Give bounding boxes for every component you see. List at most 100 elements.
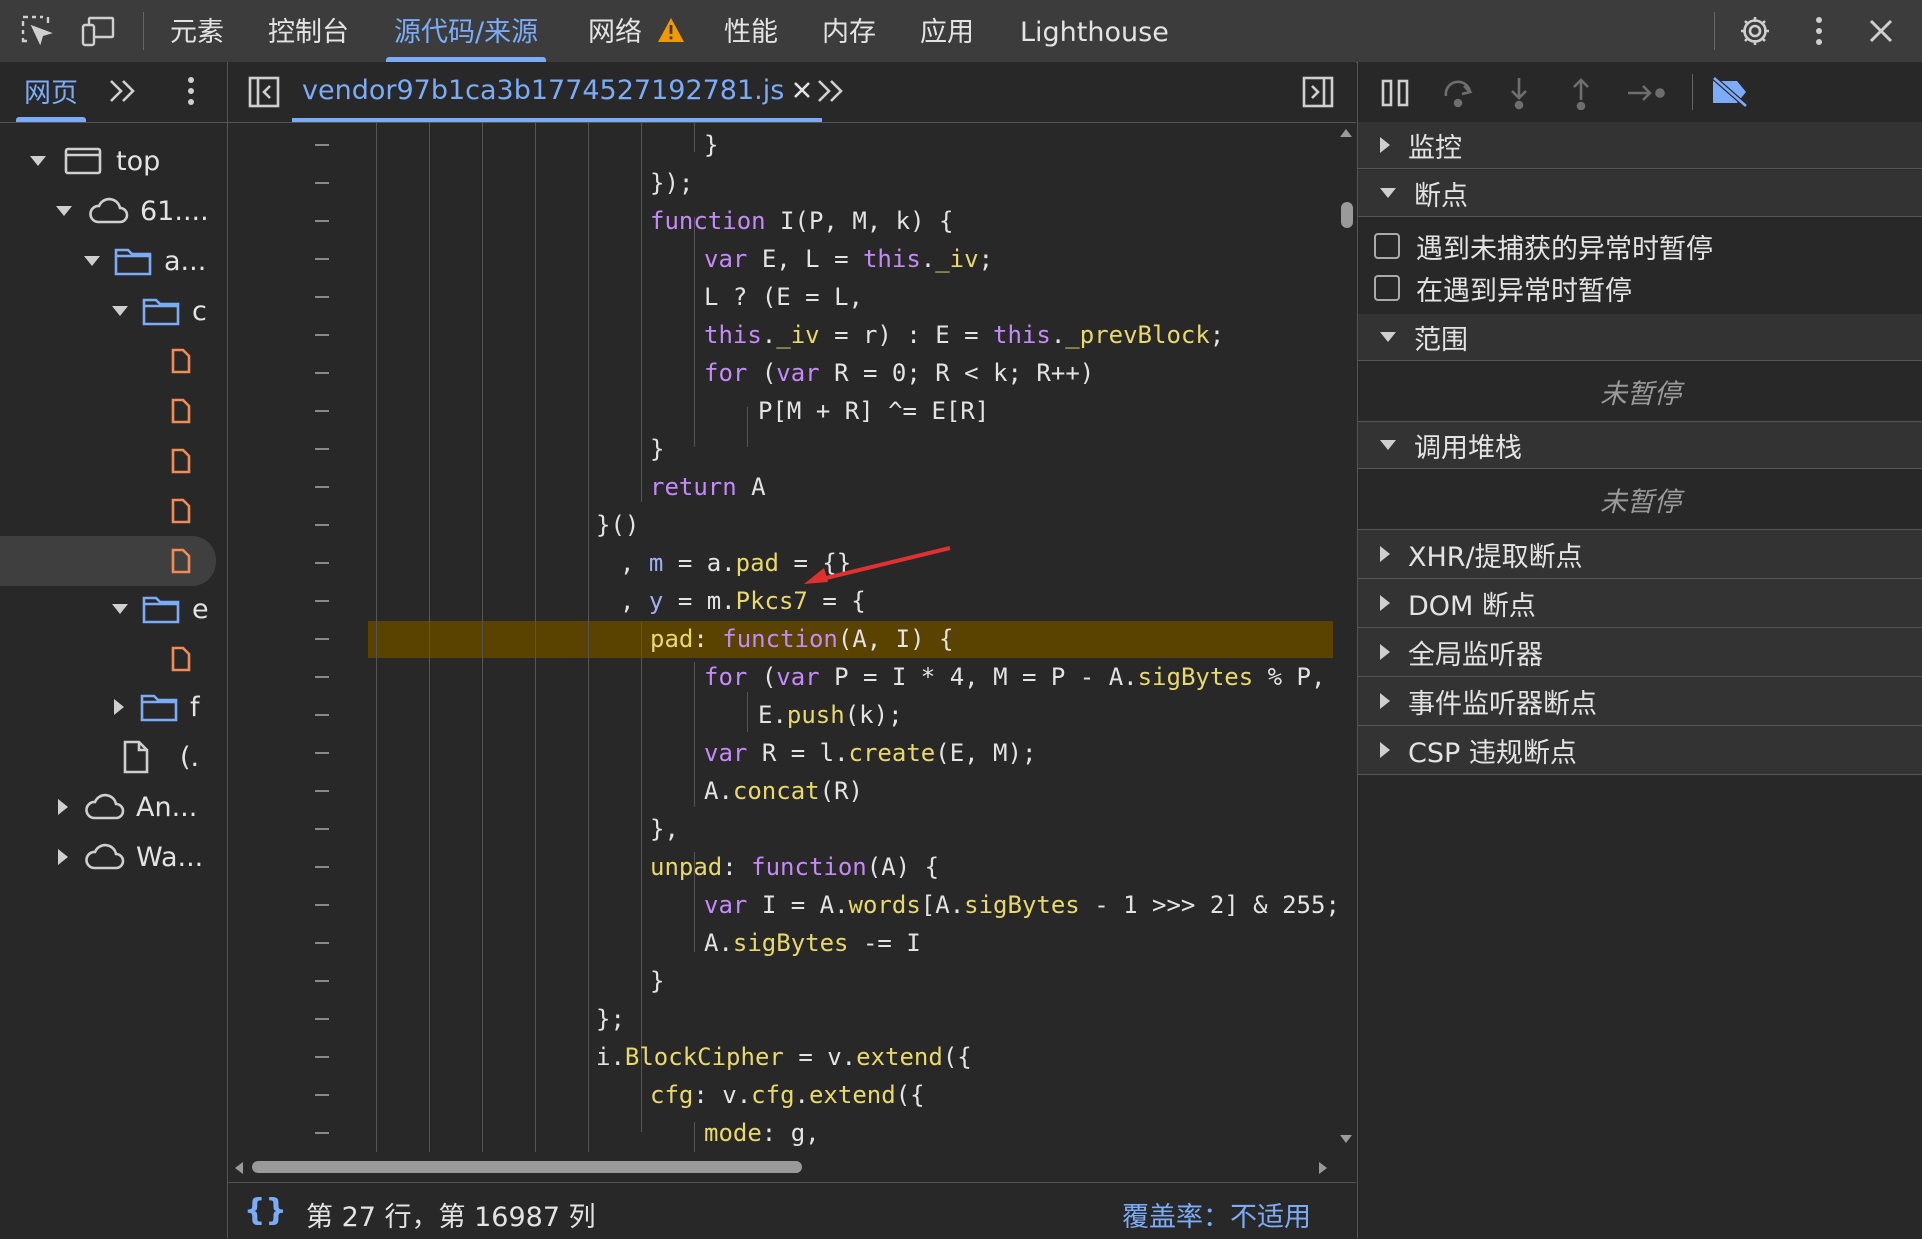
tree-item-selected-file[interactable]	[0, 536, 216, 586]
checkbox[interactable]	[1374, 233, 1400, 259]
tree-item-file[interactable]	[170, 636, 192, 682]
section-xhr-breakpoints[interactable]: XHR/提取断点	[1358, 530, 1922, 579]
pause-icon[interactable]	[1380, 78, 1410, 112]
tree-item-folder-f[interactable]: f	[114, 684, 200, 730]
horizontal-scroll-thumb[interactable]	[252, 1161, 802, 1173]
step-into-icon[interactable]	[1506, 76, 1532, 114]
scroll-down-icon[interactable]	[1339, 1134, 1353, 1144]
inspect-element-icon[interactable]	[18, 12, 56, 50]
line-marker[interactable]	[315, 372, 329, 374]
tab-page[interactable]: 网页	[16, 62, 86, 122]
tree-item-file[interactable]	[170, 488, 192, 534]
tree-item-cloud-wa[interactable]: Wa...	[58, 834, 203, 880]
section-title: 范围	[1414, 324, 1468, 356]
tree-item-folder-e[interactable]: e	[112, 586, 209, 632]
scroll-left-icon[interactable]	[234, 1161, 244, 1175]
settings-gear-icon[interactable]	[1736, 12, 1774, 50]
file-tab-active[interactable]: vendor97b1ca3b1774527192781.js	[292, 62, 823, 122]
step-out-icon[interactable]	[1568, 76, 1594, 114]
tree-item-cloud-an[interactable]: An...	[58, 784, 197, 830]
tab-application[interactable]: 应用	[920, 0, 974, 62]
pretty-print-icon[interactable]: {}	[244, 1193, 287, 1228]
line-marker[interactable]	[315, 524, 329, 526]
line-marker[interactable]	[315, 448, 329, 450]
section-csp-breakpoints[interactable]: CSP 违规断点	[1358, 726, 1922, 775]
section-scope[interactable]: 范围	[1358, 314, 1922, 361]
line-marker[interactable]	[315, 752, 329, 754]
tree-item-top[interactable]: top	[30, 138, 160, 184]
line-marker[interactable]	[315, 714, 329, 716]
vertical-scroll-thumb[interactable]	[1341, 202, 1353, 228]
tab-lighthouse[interactable]: Lighthouse	[1020, 0, 1169, 62]
code-editor[interactable]: } }); function I(P, M, k) { var E, L = t…	[366, 122, 1336, 1152]
navigator-menu-icon[interactable]	[186, 76, 196, 110]
tab-network[interactable]: 网络	[588, 0, 685, 62]
toggle-debugger-icon[interactable]	[1302, 76, 1334, 112]
close-tab-icon[interactable]	[792, 80, 812, 100]
section-call-stack[interactable]: 调用堆栈	[1358, 422, 1922, 469]
tree-item-folder-a[interactable]: a...	[84, 238, 206, 284]
close-devtools-icon[interactable]	[1862, 12, 1900, 50]
line-marker[interactable]	[315, 220, 329, 222]
pause-uncaught-checkbox[interactable]: 遇到未捕获的异常时暂停	[1374, 226, 1713, 266]
line-gutter[interactable]	[228, 122, 366, 1152]
line-marker[interactable]	[315, 1094, 329, 1096]
tree-item-file[interactable]	[170, 338, 192, 384]
tree-item-file[interactable]	[170, 438, 192, 484]
line-marker[interactable]	[315, 144, 329, 146]
line-marker[interactable]	[315, 1018, 329, 1020]
line-marker[interactable]	[315, 410, 329, 412]
tab-performance[interactable]: 性能	[724, 0, 778, 62]
tab-elements[interactable]: 元素	[170, 0, 224, 62]
line-marker[interactable]	[315, 296, 329, 298]
line-marker[interactable]	[315, 600, 329, 602]
toggle-navigator-icon[interactable]	[248, 76, 280, 112]
section-breakpoints[interactable]: 断点	[1358, 170, 1922, 217]
coverage-link[interactable]: 覆盖率：不适用	[1122, 1195, 1311, 1234]
line-marker[interactable]	[315, 486, 329, 488]
vertical-scrollbar[interactable]	[1336, 122, 1356, 1152]
tree-label: top	[116, 145, 161, 177]
more-tabs-chevron-icon[interactable]	[108, 78, 138, 108]
section-watch[interactable]: 监控	[1358, 122, 1922, 169]
line-marker[interactable]	[315, 942, 329, 944]
annotation-arrow-icon	[804, 546, 951, 584]
tree-item-folder-c[interactable]: c	[112, 288, 207, 334]
tree-item-domain[interactable]: 61....	[56, 188, 209, 234]
line-marker[interactable]	[315, 1132, 329, 1134]
section-dom-breakpoints[interactable]: DOM 断点	[1358, 579, 1922, 628]
pause-caught-checkbox[interactable]: 在遇到异常时暂停	[1374, 268, 1632, 308]
scroll-right-icon[interactable]	[1318, 1161, 1328, 1175]
line-marker[interactable]	[315, 638, 329, 640]
step-over-icon[interactable]	[1442, 78, 1476, 112]
indent-guide	[641, 122, 642, 502]
line-marker[interactable]	[315, 1056, 329, 1058]
tree-label: e	[192, 593, 209, 625]
line-marker[interactable]	[315, 980, 329, 982]
tree-item-file[interactable]	[170, 388, 192, 434]
step-icon[interactable]	[1626, 80, 1666, 110]
checkbox[interactable]	[1374, 275, 1400, 301]
line-marker[interactable]	[315, 182, 329, 184]
line-marker[interactable]	[315, 790, 329, 792]
section-event-listener-breakpoints[interactable]: 事件监听器断点	[1358, 677, 1922, 726]
more-options-icon[interactable]	[1800, 12, 1838, 50]
device-toolbar-icon[interactable]	[80, 12, 118, 50]
line-marker[interactable]	[315, 334, 329, 336]
scroll-up-icon[interactable]	[1339, 128, 1353, 138]
horizontal-scrollbar[interactable]	[228, 1152, 1356, 1182]
line-marker[interactable]	[315, 904, 329, 906]
tab-console[interactable]: 控制台	[268, 0, 349, 62]
deactivate-breakpoints-icon[interactable]	[1710, 76, 1750, 112]
tree-item-document[interactable]: (.	[122, 734, 199, 780]
more-files-chevron-icon[interactable]	[816, 78, 846, 108]
line-marker[interactable]	[315, 866, 329, 868]
line-marker[interactable]	[315, 562, 329, 564]
section-global-listeners[interactable]: 全局监听器	[1358, 628, 1922, 677]
line-marker[interactable]	[315, 676, 329, 678]
tab-sources[interactable]: 源代码/来源	[385, 0, 547, 62]
line-marker[interactable]	[315, 258, 329, 260]
tab-memory[interactable]: 内存	[822, 0, 876, 62]
warning-icon	[657, 2, 685, 68]
line-marker[interactable]	[315, 828, 329, 830]
